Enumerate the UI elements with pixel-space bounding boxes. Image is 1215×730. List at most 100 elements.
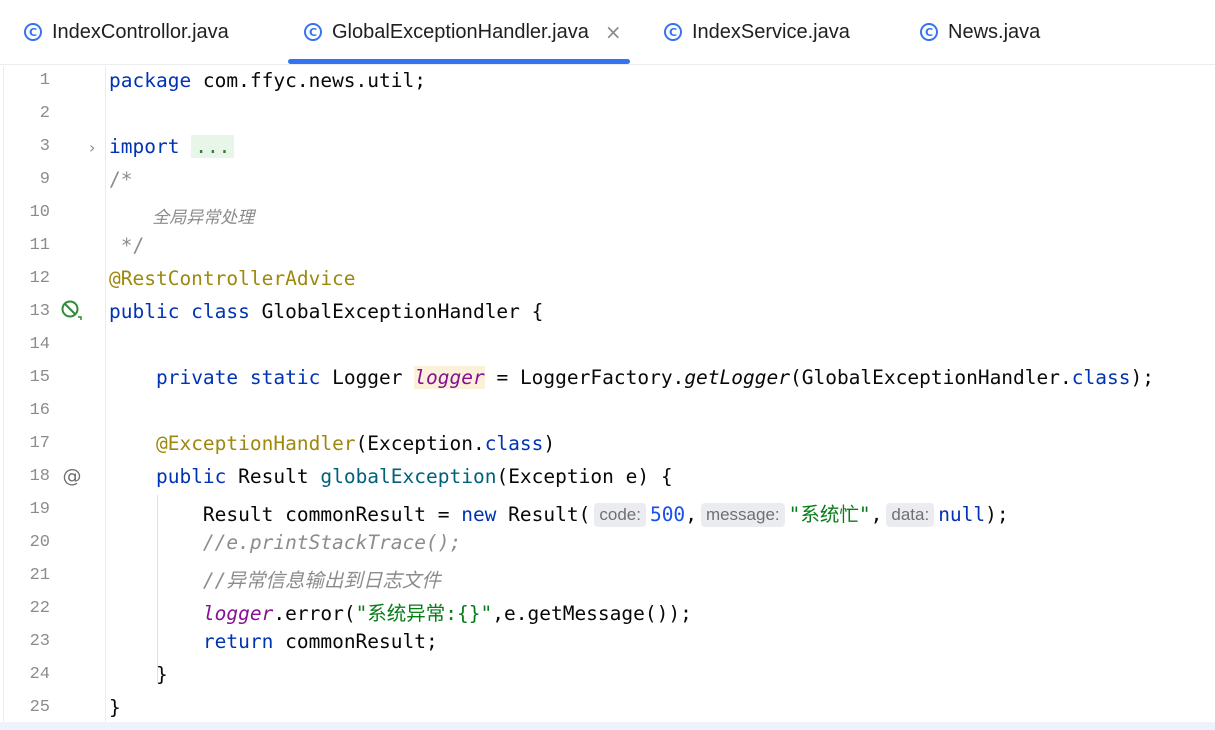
line-number: 10 bbox=[29, 203, 50, 222]
code-line[interactable]: 2 bbox=[0, 99, 1215, 132]
tab-label: IndexService.java bbox=[692, 20, 850, 43]
line-number: 2 bbox=[39, 104, 50, 123]
code-line[interactable]: 16 bbox=[0, 396, 1215, 429]
line-number: 14 bbox=[29, 335, 50, 354]
keyword: public bbox=[155, 465, 227, 488]
code-text: commonResult; bbox=[273, 630, 438, 653]
keyword: class bbox=[1071, 366, 1131, 389]
keyword: new bbox=[461, 503, 497, 526]
code-text: ) bbox=[543, 432, 556, 455]
code-text: ); bbox=[985, 503, 1009, 526]
code-text: Logger bbox=[320, 366, 415, 389]
comment: */ bbox=[109, 234, 145, 257]
keyword: package bbox=[109, 69, 192, 92]
keyword: class bbox=[484, 432, 544, 455]
code-text: = LoggerFactory. bbox=[484, 366, 685, 389]
keyword: private static bbox=[155, 366, 321, 389]
code-line[interactable]: 20 //e.printStackTrace(); bbox=[0, 528, 1215, 561]
line-number: 25 bbox=[29, 698, 50, 717]
number-literal: 500 bbox=[649, 503, 686, 526]
line-number: 16 bbox=[29, 401, 50, 420]
code-line[interactable]: 21 //异常信息输出到日志文件 bbox=[0, 561, 1215, 594]
code-line[interactable]: 22 logger.error("系统异常:{}",e.getMessage()… bbox=[0, 594, 1215, 627]
spring-bean-icon[interactable] bbox=[60, 299, 84, 323]
fold-chevron-icon[interactable]: › bbox=[89, 138, 95, 157]
code-line[interactable]: 12 @RestControllerAdvice bbox=[0, 264, 1215, 297]
tab-news[interactable]: C News.java bbox=[920, 0, 1040, 64]
code-line[interactable]: 24 } bbox=[0, 660, 1215, 693]
editor-tab-bar: C IndexControllor.java C GlobalException… bbox=[0, 0, 1215, 65]
code-line[interactable]: 11 */ bbox=[0, 231, 1215, 264]
line-number: 17 bbox=[29, 434, 50, 453]
code-line[interactable]: 19 Result commonResult = new Result(code… bbox=[0, 495, 1215, 528]
code-editor[interactable]: 1 package com.ffyc.news.util; 2 3 › impo… bbox=[0, 66, 1215, 730]
active-tab-indicator bbox=[288, 59, 630, 64]
code-line[interactable]: 15 private static Logger logger = Logger… bbox=[0, 363, 1215, 396]
keyword: import bbox=[109, 135, 180, 158]
tab-index-controllor[interactable]: C IndexControllor.java bbox=[24, 0, 229, 64]
code-line[interactable]: 14 bbox=[0, 330, 1215, 363]
keyword: null bbox=[938, 503, 986, 526]
code-text: Result( bbox=[496, 503, 591, 526]
closing-brace: } bbox=[155, 663, 168, 686]
class-icon: C bbox=[24, 23, 42, 41]
code-line[interactable]: 18 @ public Result globalException(Excep… bbox=[0, 462, 1215, 495]
tab-label: IndexControllor.java bbox=[52, 20, 229, 43]
annotation: @RestControllerAdvice bbox=[109, 267, 356, 290]
folded-imports[interactable]: ... bbox=[191, 135, 235, 158]
field-logger[interactable]: logger bbox=[414, 366, 485, 389]
editor-bottom-edge bbox=[0, 722, 1215, 730]
line-number: 9 bbox=[39, 170, 50, 189]
code-line[interactable]: 9 /* bbox=[0, 165, 1215, 198]
line-number: 21 bbox=[29, 566, 50, 585]
comment: 全局异常处理 bbox=[109, 208, 255, 228]
comment: /* bbox=[109, 168, 133, 191]
mapping-icon[interactable]: @ bbox=[60, 464, 84, 488]
method-declaration: globalException bbox=[320, 465, 497, 488]
line-number: 22 bbox=[29, 599, 50, 618]
line-number: 12 bbox=[29, 269, 50, 288]
method-call: getLogger bbox=[684, 366, 790, 389]
svg-text:@: @ bbox=[63, 465, 82, 487]
code-text: .error( bbox=[273, 602, 356, 625]
annotation: @ExceptionHandler bbox=[155, 432, 356, 455]
parameter-hint: message: bbox=[700, 503, 785, 527]
class-icon: C bbox=[664, 23, 682, 41]
comment: //异常信息输出到日志文件 bbox=[202, 569, 441, 592]
tab-label: GlobalExceptionHandler.java bbox=[332, 20, 589, 43]
code-line[interactable]: 23 return commonResult; bbox=[0, 627, 1215, 660]
field-logger[interactable]: logger bbox=[203, 602, 273, 625]
code-line[interactable]: 13 public class GlobalExceptionHandler { bbox=[0, 297, 1215, 330]
code-text: (Exception. bbox=[355, 432, 485, 455]
keyword: return bbox=[202, 630, 274, 653]
close-icon[interactable]: × bbox=[605, 20, 622, 44]
line-number: 13 bbox=[29, 302, 50, 321]
code-text: ); bbox=[1130, 366, 1154, 389]
code-line[interactable]: 17 @ExceptionHandler(Exception.class) bbox=[0, 429, 1215, 462]
code-line[interactable]: 3 › import ... bbox=[0, 132, 1215, 165]
line-number: 15 bbox=[29, 368, 50, 387]
line-number: 24 bbox=[29, 665, 50, 684]
code-text: (Exception e) { bbox=[496, 465, 673, 488]
string-literal: "系统异常:{}" bbox=[355, 602, 493, 625]
tab-label: News.java bbox=[948, 20, 1041, 43]
parameter-hint: data: bbox=[886, 503, 935, 527]
code-text: (GlobalExceptionHandler. bbox=[789, 366, 1072, 389]
tab-index-service[interactable]: C IndexService.java bbox=[664, 0, 850, 64]
tab-global-exception-handler[interactable]: C GlobalExceptionHandler.java × bbox=[288, 0, 630, 64]
code-text: ,e.getMessage()); bbox=[492, 602, 692, 625]
code-line[interactable]: 1 package com.ffyc.news.util; bbox=[0, 66, 1215, 99]
code-line[interactable]: 10 全局异常处理 bbox=[0, 198, 1215, 231]
line-number: 19 bbox=[29, 500, 50, 519]
class-icon: C bbox=[304, 23, 322, 41]
code-text: com.ffyc.news.util; bbox=[191, 69, 426, 92]
code-text: GlobalExceptionHandler { bbox=[249, 300, 544, 323]
line-number: 23 bbox=[29, 632, 50, 651]
comment: //e.printStackTrace(); bbox=[202, 531, 462, 554]
line-number: 1 bbox=[39, 71, 50, 90]
line-number: 18 bbox=[29, 467, 50, 486]
parameter-hint: code: bbox=[594, 503, 646, 527]
keyword: public class bbox=[109, 300, 250, 323]
closing-brace: } bbox=[109, 696, 121, 719]
line-number: 20 bbox=[29, 533, 50, 552]
